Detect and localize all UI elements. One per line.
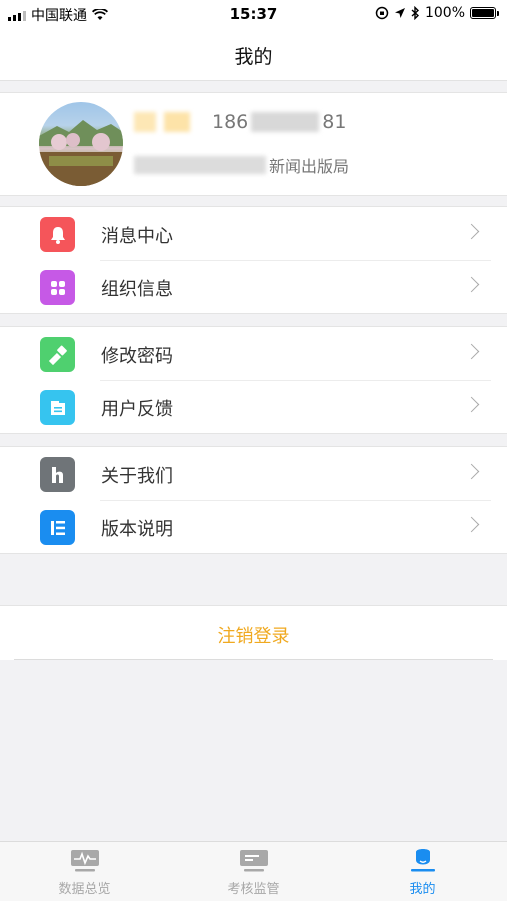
- chevron-right-icon: [463, 223, 480, 240]
- tab-label: 数据总览: [58, 882, 111, 897]
- menu-label: 修改密码: [101, 346, 173, 367]
- name-redaction-block-1: [134, 112, 156, 132]
- menu-label: 组织信息: [101, 279, 173, 300]
- phone-redaction: [251, 112, 320, 132]
- chevron-right-icon: [463, 276, 480, 293]
- tab-bar: 数据总览 考核监管 我的: [0, 841, 507, 901]
- key-icon: [40, 337, 75, 372]
- chevron-right-icon: [463, 463, 480, 480]
- phone-suffix: 81: [322, 111, 347, 133]
- battery-icon: [470, 7, 496, 19]
- chevron-right-icon: [463, 516, 480, 533]
- version-list-icon: [40, 510, 75, 545]
- phone-number: 186 81: [212, 108, 346, 136]
- tab-label: 考核监管: [227, 882, 280, 897]
- menu-label: 版本说明: [101, 519, 173, 540]
- menu-label: 用户反馈: [101, 399, 173, 420]
- tab-mine[interactable]: 我的: [338, 848, 507, 897]
- status-right: 100%: [375, 5, 499, 21]
- person-icon: [407, 848, 439, 874]
- menu-group-3: 关于我们 版本说明: [0, 446, 507, 554]
- nav-bar: 我的: [0, 28, 507, 81]
- tab-data-overview[interactable]: 数据总览: [0, 848, 169, 897]
- bell-icon: [40, 217, 75, 252]
- org-suffix: 新闻出版局: [269, 157, 350, 176]
- status-bar: 中国联通 15:37 100%: [0, 0, 507, 28]
- tab-label: 我的: [409, 882, 436, 897]
- logout-button[interactable]: 注销登录: [0, 605, 507, 660]
- page-title: 我的: [234, 46, 273, 68]
- pulse-chart-icon: [69, 848, 101, 874]
- card-icon: [238, 848, 270, 874]
- organization: 新闻出版局: [134, 152, 349, 178]
- avatar[interactable]: [39, 102, 123, 186]
- menu-item-about-us[interactable]: 关于我们: [0, 447, 507, 500]
- rotation-lock-icon: [375, 6, 389, 20]
- menu-item-organization-info[interactable]: 组织信息: [0, 260, 507, 313]
- about-h-icon: [40, 457, 75, 492]
- battery-tip: [497, 10, 499, 16]
- menu-item-user-feedback[interactable]: 用户反馈: [0, 380, 507, 433]
- menu-item-change-password[interactable]: 修改密码: [0, 327, 507, 380]
- menu-group-2: 修改密码 用户反馈: [0, 326, 507, 434]
- menu-label: 关于我们: [101, 466, 173, 487]
- org-redaction: [134, 156, 266, 174]
- location-arrow-icon: [394, 8, 405, 18]
- menu-group-1: 消息中心 组织信息: [0, 206, 507, 314]
- battery-percent: 100%: [424, 5, 465, 21]
- grid-icon: [40, 270, 75, 305]
- divider: [14, 659, 493, 660]
- user-name-redacted: [134, 108, 190, 136]
- chevron-right-icon: [463, 396, 480, 413]
- logout-label: 注销登录: [217, 626, 290, 647]
- bluetooth-icon: [411, 6, 419, 20]
- feedback-icon: [40, 390, 75, 425]
- tab-assessment-supervision[interactable]: 考核监管: [169, 848, 338, 897]
- chevron-right-icon: [463, 343, 480, 360]
- menu-item-version-notes[interactable]: 版本说明: [0, 500, 507, 553]
- menu-label: 消息中心: [101, 226, 173, 247]
- avatar-photo: [39, 120, 123, 186]
- menu-item-message-center[interactable]: 消息中心: [0, 207, 507, 260]
- phone-prefix: 186: [212, 111, 249, 133]
- name-redaction-block-2: [164, 112, 190, 132]
